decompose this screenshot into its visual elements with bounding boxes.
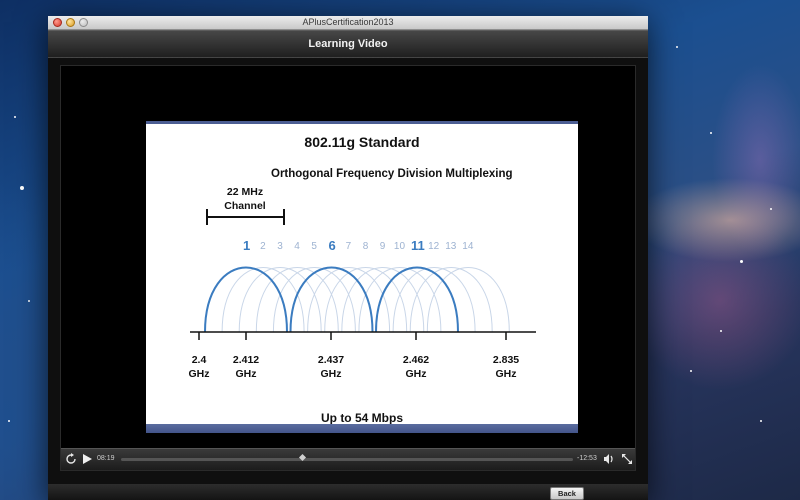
- star: [28, 300, 30, 302]
- star: [740, 260, 743, 263]
- star: [20, 186, 24, 190]
- star: [690, 370, 692, 372]
- footer-bar: Back: [48, 484, 648, 500]
- volume-icon[interactable]: [603, 453, 615, 469]
- frequency-label: 2.412 GHz: [223, 353, 269, 381]
- playback-controls: 08:19 -12:53: [61, 448, 635, 470]
- replay-icon[interactable]: [65, 453, 77, 469]
- channel-arcs: [204, 266, 510, 333]
- frequency-value: 2.462: [402, 354, 430, 366]
- frequency-unit: GHz: [405, 368, 427, 380]
- star: [676, 46, 678, 48]
- video-player[interactable]: 802.11g Standard Orthogonal Frequency Di…: [60, 65, 636, 471]
- spectrum-diagram: [190, 266, 536, 340]
- frequency-unit: GHz: [495, 368, 517, 380]
- frequency-label: 2.462 GHz: [393, 353, 439, 381]
- page-title: Learning Video: [308, 38, 388, 50]
- star: [14, 116, 16, 118]
- frequency-unit: GHz: [188, 368, 210, 380]
- remaining-time: -12:53: [577, 455, 597, 462]
- seek-handle[interactable]: [298, 453, 306, 462]
- star: [8, 420, 10, 422]
- star: [770, 208, 772, 210]
- frequency-unit: GHz: [320, 368, 342, 380]
- frequency-value: 2.835: [492, 354, 520, 366]
- title-bar: APlusCertification2013: [48, 16, 648, 30]
- frequency-value: 2.437: [317, 354, 345, 366]
- frequency-value: 2.412: [232, 354, 260, 366]
- frequency-label: 2.835 GHz: [483, 353, 529, 381]
- seek-bar[interactable]: [121, 453, 573, 462]
- frequency-value: 2.4: [191, 354, 207, 366]
- frequency-ticks: [198, 332, 507, 340]
- slide-footer-bar: [146, 424, 578, 433]
- star: [710, 132, 712, 134]
- play-icon[interactable]: [81, 453, 93, 469]
- star: [760, 420, 762, 422]
- frequency-label: 2.4 GHz: [176, 353, 222, 381]
- speed-caption: Up to 54 Mbps: [320, 411, 403, 425]
- video-frame-slide: 802.11g Standard Orthogonal Frequency Di…: [146, 121, 578, 433]
- app-window: APlusCertification2013 Learning Video 80…: [48, 16, 648, 500]
- frequency-label: 2.437 GHz: [308, 353, 354, 381]
- window-title: APlusCertification2013: [302, 17, 394, 27]
- elapsed-time: 08:19: [97, 455, 115, 462]
- back-button[interactable]: Back: [550, 487, 584, 500]
- header-bar: Learning Video: [48, 30, 648, 58]
- star: [720, 330, 722, 332]
- frequency-unit: GHz: [235, 368, 257, 380]
- fullscreen-icon[interactable]: [621, 453, 633, 469]
